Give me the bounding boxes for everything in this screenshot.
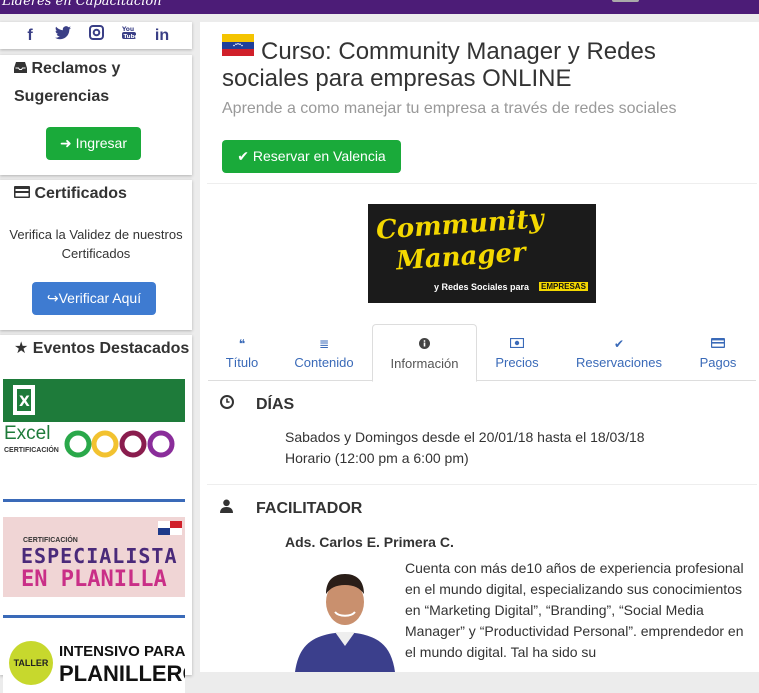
course-title: Curso: Community Manager y Redes sociale… [222,38,656,92]
planilla-line3: EN PLANILLA [21,567,167,592]
reserve-button[interactable]: ✔ Reservar en Valencia [222,140,401,173]
clock-icon [220,395,256,414]
course-banner-image: Community Manager y Redes Sociales para … [368,204,596,303]
event-separator [3,499,185,502]
list-icon: ≣ [318,337,330,351]
facilitador-bio: Cuenta con más de10 años de experiencia … [405,560,744,660]
check-icon: ✔ [237,148,250,164]
course-subtitle: Aprende a como manejar tu empresa a trav… [222,100,677,117]
certificados-panel: Certificados Verifica la Validez de nues… [0,180,192,330]
share-icon: ↪ [46,290,59,306]
inbox-icon [14,60,31,77]
menu-toggle-button[interactable] [612,0,639,2]
tab-reservaciones[interactable]: ✔ Reservaciones [570,324,668,381]
svg-text:X: X [19,394,30,410]
tab-precios[interactable]: Precios [486,324,548,381]
eventos-panel: ★ Eventos Destacados X Excel CERTIFICACI… [0,335,192,693]
svg-text:You: You [121,26,134,33]
taller-event-banner[interactable]: TALLER INTENSIVO PARA PLANILLEROS [3,633,185,693]
facilitador-name: Ads. Carlos E. Primera C. [285,534,454,550]
divider [207,183,757,184]
banner-tag: EMPRESAS [539,282,588,291]
planilla-event-banner[interactable]: CERTIFICACIÓN ESPECIALISTA EN PLANILLA [3,517,185,597]
instagram-icon[interactable] [80,22,113,49]
check-icon: ✔ [613,337,625,351]
linkedin-icon[interactable]: in [146,22,179,49]
excel-tag: CERTIFICACIÓN [4,447,59,454]
certificados-title: Certificados [34,185,127,202]
tab-contenido[interactable]: ≣ Contenido [288,324,360,381]
quote-icon: ❝ [238,337,246,351]
event-separator [3,615,185,618]
taller-badge: TALLER [9,641,53,685]
credit-card-icon [690,337,746,351]
planilla-line1: CERTIFICACIÓN [23,537,78,544]
planilla-line2: ESPECIALISTA [21,544,178,568]
excel-event-banner[interactable]: X Excel CERTIFICACIÓN [3,379,185,461]
taller-line2: PLANILLEROS [59,661,185,686]
social-links: f You Tube in [0,22,192,49]
top-navbar: Líderes en Capacitación [0,0,759,14]
banner-line2: Manager [395,237,527,277]
twitter-icon[interactable] [47,22,80,49]
youtube-icon[interactable]: You Tube [113,22,146,49]
dias-heading: DÍAS [220,395,294,414]
facilitador-photo [293,562,397,672]
tab-informacion[interactable]: Información [372,324,477,382]
facebook-icon[interactable]: f [14,22,47,49]
sign-in-icon: ➜ [60,135,72,151]
info-icon [373,338,476,352]
star-icon: ★ [14,340,29,357]
svg-text:Tube: Tube [124,34,138,40]
dias-horario: Horario (12:00 pm a 6:00 pm) [285,450,469,466]
ingresar-button[interactable]: ➜ Ingresar [46,127,141,160]
site-logo[interactable]: Líderes en Capacitación [2,0,162,9]
credit-card-icon [14,185,34,202]
reclamos-panel: Reclamos y Sugerencias ➜ Ingresar [0,55,192,175]
user-icon [220,499,256,518]
divider [207,484,757,485]
dias-dates: Sabados y Domingos desde el 20/01/18 has… [285,429,645,445]
verificar-button[interactable]: ↪Verificar Aquí [32,282,156,315]
banner-line3: y Redes Sociales para [434,282,530,292]
facilitador-heading: FACILITADOR [220,499,362,518]
excel-word: Excel [4,423,51,444]
eventos-title: Eventos Destacados [32,340,190,357]
tab-titulo[interactable]: ❝ Título [208,324,276,381]
money-icon [486,337,548,351]
tab-pagos[interactable]: Pagos [690,324,746,381]
course-content: Curso: Community Manager y Redes sociale… [200,22,759,672]
taller-line1: INTENSIVO PARA [59,643,185,660]
certificados-description: Verifica la Validez de nuestros Certific… [9,227,183,261]
course-tabs: ❝ Título ≣ Contenido Información Precios… [208,324,756,382]
